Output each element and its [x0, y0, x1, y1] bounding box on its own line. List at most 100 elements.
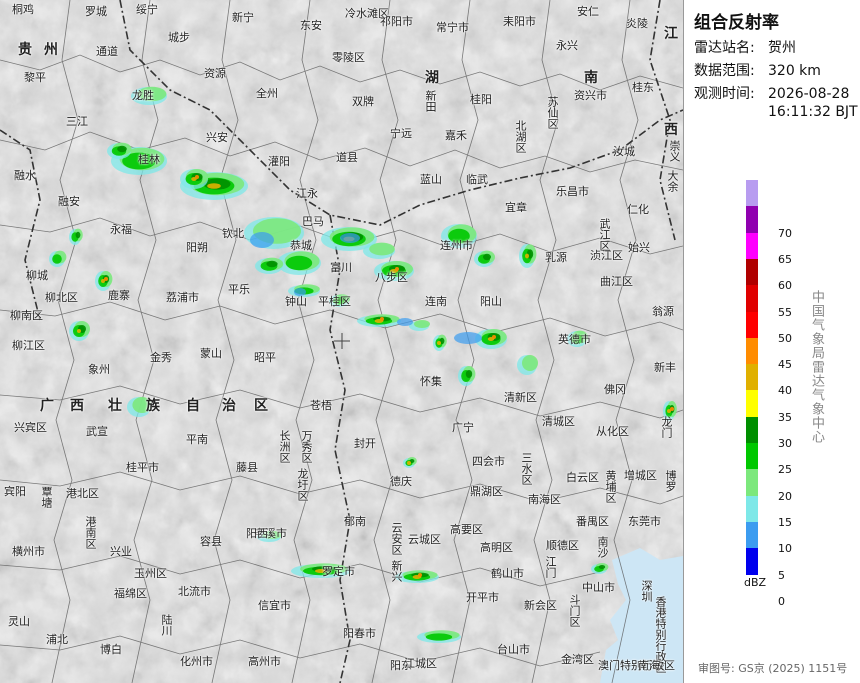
legend-swatch	[746, 232, 758, 260]
place-label: 北流市	[178, 585, 211, 598]
place-label: 白云区	[566, 471, 599, 484]
place-label: 武宣	[86, 425, 108, 438]
echo-cell	[104, 277, 108, 281]
legend-swatch	[746, 258, 758, 286]
place-label: 富川	[330, 261, 352, 274]
place-label: 四会市	[472, 455, 505, 468]
echo-cell	[492, 335, 496, 339]
place-label: 治	[222, 398, 238, 414]
place-label: 博白	[100, 643, 122, 656]
echo-cell	[207, 183, 221, 189]
place-label: 浈江区	[590, 249, 623, 262]
place-label: 资源	[204, 67, 226, 80]
place-label: 蓝山	[420, 173, 442, 186]
place-label: 南沙	[596, 536, 609, 558]
place-label: 清城区	[542, 415, 575, 428]
place-label: 清新区	[504, 391, 537, 404]
place-label: 金秀	[150, 351, 172, 364]
place-label: 武江区	[598, 218, 611, 251]
echo-cell	[418, 573, 422, 577]
place-label: 桂阳	[470, 93, 492, 106]
place-label: 高明区	[480, 541, 513, 554]
place-label: 八步区	[375, 271, 408, 284]
place-label: 通道	[96, 45, 118, 58]
place-label: 港南区	[84, 516, 97, 549]
place-label: 南海	[638, 659, 660, 672]
radar-map[interactable]: 桐鸡 罗城 绥宁 新宁 东安 冷水滩区 祁阳市 常宁市 耒阳市 安仁 炎陵贵州黎平 通道 城步 资源 全州零…	[0, 0, 684, 683]
place-label: 金湾区	[561, 653, 594, 666]
place-label: 玉州区	[134, 567, 167, 580]
place-label: 桂林	[138, 153, 160, 166]
place-label: 广	[40, 398, 56, 414]
place-label: 覃塘	[40, 486, 53, 508]
place-label: 澳门特别行政区	[598, 659, 675, 672]
echo-cell	[117, 145, 127, 153]
echo-cell	[465, 370, 473, 378]
time-row: 观测时间: 2026-08-28	[694, 86, 849, 103]
place-label: 蒙山	[200, 347, 222, 360]
place-label: 阳春市	[343, 627, 376, 640]
legend-swatch	[746, 495, 758, 523]
place-label: 汝城	[613, 145, 635, 158]
place-label: 新田	[424, 90, 437, 112]
place-label: 陆川	[160, 614, 173, 636]
place-label: 平乐	[228, 283, 250, 296]
place-label: 东莞市	[628, 515, 661, 528]
range-label: 数据范围:	[694, 63, 755, 79]
legend-label: 5	[778, 568, 785, 582]
place-label: 新会区	[524, 599, 557, 612]
place-label: 曲江区	[600, 275, 633, 288]
map-review-number: 审图号: GS京 (2025) 1151号	[698, 662, 848, 675]
legend-swatch	[746, 390, 758, 418]
place-label: 湖	[425, 70, 441, 86]
legend-swatch	[746, 337, 758, 365]
place-label: 鹿寨	[108, 289, 130, 302]
place-label: 增城区	[624, 469, 657, 482]
echo-cell	[425, 633, 453, 641]
echo-cell	[75, 231, 81, 239]
place-label: 高要区	[450, 523, 483, 536]
product-title: 组合反射率	[694, 13, 779, 33]
legend-label: 55	[778, 305, 792, 319]
place-label: 阳朔	[186, 241, 208, 254]
place-label: 桐鸡	[12, 3, 34, 16]
range-row: 数据范围: 320 km	[694, 63, 821, 80]
place-label: 番禺区	[576, 515, 609, 528]
place-label: 连州市	[440, 239, 473, 252]
place-label: 东安	[300, 19, 322, 32]
place-label: 双牌	[352, 95, 374, 108]
echo-cell	[670, 407, 674, 411]
legend-label: 15	[778, 515, 792, 529]
place-label: 容县	[200, 535, 222, 548]
place-label: 融安	[58, 195, 80, 208]
place-label: 斗门区	[568, 594, 581, 627]
place-label: 乐昌市	[556, 185, 589, 198]
place-label: 南	[584, 70, 600, 86]
place-label: 永兴	[556, 39, 578, 52]
place-label: 苍梧	[310, 399, 332, 412]
place-label: 封开	[354, 437, 376, 450]
place-label: 福绵区	[114, 587, 147, 600]
station-label: 雷达站名:	[694, 40, 755, 56]
legend-swatch	[746, 285, 758, 312]
place-label: 江	[664, 26, 680, 42]
legend-label: 30	[778, 437, 792, 450]
place-label: 黎平	[24, 71, 46, 84]
echo-cell	[340, 233, 360, 243]
echo-cell	[522, 355, 538, 371]
legend-label: 65	[778, 252, 792, 266]
place-label: 郁南	[344, 515, 366, 528]
place-label: 南海区	[528, 493, 561, 506]
legend-swatch	[746, 416, 758, 444]
place-label: 广宁	[452, 421, 474, 434]
place-label: 三水区	[520, 452, 533, 485]
echo-cell	[52, 254, 62, 264]
legend-swatch	[746, 311, 758, 339]
echo-cell	[77, 329, 81, 333]
place-label: 耒阳市	[503, 15, 536, 28]
place-label: 零陵区	[332, 51, 365, 64]
place-label: 三江	[66, 115, 88, 128]
place-label: 昭平	[254, 351, 276, 364]
place-label: 大余	[666, 170, 679, 192]
place-label: 常宁市	[436, 21, 469, 34]
